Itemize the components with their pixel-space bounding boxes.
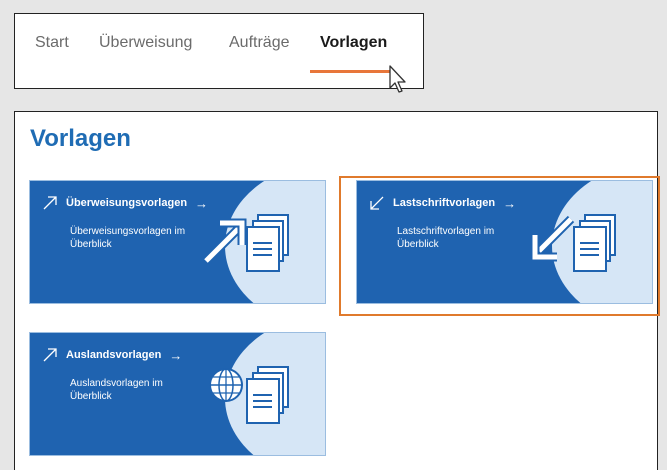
nav-item-ueberweisung[interactable]: Überweisung [99,34,192,52]
tile-arrow: → [169,347,183,363]
tile-title: Überweisungsvorlagen [66,197,188,209]
active-tab-underline [310,70,390,73]
nav-item-auftraege[interactable]: Aufträge [229,34,289,52]
tile-header: Überweisungsvorlagen → [42,195,208,211]
page-title: Vorlagen [30,125,131,152]
tile-description: Auslandsvorlagen im Überblick [70,378,163,402]
tile-description: Überweisungsvorlagen im Überblick [70,226,186,250]
nav-item-vorlagen[interactable]: Vorlagen [320,34,387,52]
globe-document-illustration [209,366,289,424]
outgoing-arrow-icon [43,348,57,362]
outgoing-document-illustration [202,214,289,272]
tile-ueberweisungsvorlagen[interactable]: Überweisungsvorlagen → Überweisungsvorla… [29,180,326,304]
highlight-frame [339,176,660,316]
tile-header: Auslandsvorlagen → [42,347,182,363]
top-navigation: Start Überweisung Aufträge Vorlagen [14,13,424,93]
tile-auslandsvorlagen[interactable]: Auslandsvorlagen → Auslandsvorlagen im Ü… [29,332,326,456]
outgoing-arrow-icon [43,196,57,210]
nav-item-start[interactable]: Start [35,34,69,52]
tile-title: Auslandsvorlagen [66,349,162,361]
mouse-cursor-icon [389,65,406,93]
